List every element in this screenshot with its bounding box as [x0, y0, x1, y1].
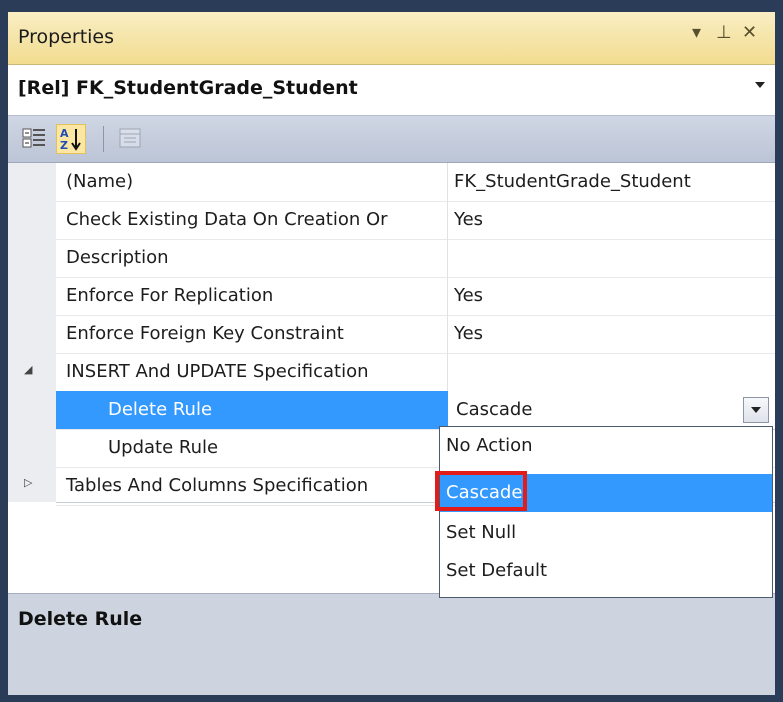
column-divider	[447, 353, 448, 391]
property-row[interactable]: (Name) FK_StudentGrade_Student	[56, 163, 775, 202]
title-bar: Properties ▾ ⊥ ✕	[8, 12, 775, 65]
grid-gutter	[8, 163, 56, 502]
property-pages-button[interactable]	[116, 124, 144, 152]
dropdown-option[interactable]: Set Null	[440, 514, 772, 552]
description-title: Delete Rule	[18, 608, 143, 630]
delete-rule-value: Cascade	[456, 399, 533, 420]
property-name: Update Rule	[108, 437, 219, 458]
property-name: (Name)	[66, 171, 134, 192]
property-value[interactable]: FK_StudentGrade_Student	[454, 171, 691, 192]
highlight-annotation-box	[435, 471, 527, 511]
toolbar: A Z	[8, 116, 775, 163]
property-value[interactable]: Yes	[454, 285, 483, 306]
close-icon[interactable]: ✕	[742, 22, 757, 43]
option-label: Set Default	[446, 560, 548, 581]
property-row[interactable]: Check Existing Data On Creation Or Yes	[56, 201, 775, 240]
svg-text:Z: Z	[60, 139, 68, 152]
column-divider	[447, 277, 448, 315]
sort-az-icon: A Z	[60, 127, 81, 152]
chevron-down-icon[interactable]	[755, 82, 765, 88]
property-value[interactable]: Yes	[454, 209, 483, 230]
expand-triangle-icon[interactable]: ▷	[24, 476, 32, 489]
column-divider	[447, 201, 448, 239]
chevron-down-icon[interactable]: ▾	[692, 22, 701, 43]
column-divider	[447, 163, 448, 201]
delete-rule-value-box[interactable]: Cascade	[448, 391, 775, 430]
pin-icon[interactable]: ⊥	[716, 22, 732, 43]
alphabetical-button[interactable]: A Z	[56, 124, 86, 154]
property-name: Delete Rule	[108, 399, 213, 420]
description-pane: Delete Rule	[8, 593, 775, 695]
dropdown-option[interactable]: No Action	[440, 427, 772, 465]
chevron-down-icon	[751, 407, 761, 413]
delete-rule-dropdown-list: No Action Cascade Set Null Set Default	[435, 426, 773, 598]
categorized-button[interactable]	[20, 124, 48, 152]
option-label: No Action	[446, 435, 533, 456]
property-row[interactable]: Enforce Foreign Key Constraint Yes	[56, 315, 775, 354]
option-label: Set Null	[446, 522, 517, 543]
dropdown-option-highlighted[interactable]: Cascade	[435, 471, 772, 512]
categorized-icon	[22, 128, 45, 148]
property-pages-icon	[119, 128, 141, 148]
object-selector-value: [Rel] FK_StudentGrade_Student	[18, 77, 358, 99]
property-row-group[interactable]: INSERT And UPDATE Specification	[56, 353, 775, 392]
property-name: INSERT And UPDATE Specification	[66, 361, 369, 382]
property-name: Tables And Columns Specification	[66, 475, 369, 496]
property-name: Description	[66, 247, 169, 268]
dropdown-button[interactable]	[743, 397, 769, 423]
dropdown-option[interactable]: Set Default	[440, 552, 772, 590]
object-selector[interactable]: [Rel] FK_StudentGrade_Student	[8, 65, 775, 116]
toolbar-separator	[103, 126, 104, 152]
property-name: Enforce Foreign Key Constraint	[66, 323, 344, 344]
property-name: Enforce For Replication	[66, 285, 274, 306]
collapse-triangle-icon[interactable]: ◢	[24, 363, 32, 376]
column-divider	[447, 239, 448, 277]
property-row[interactable]: Description	[56, 239, 775, 278]
property-value[interactable]: Yes	[454, 323, 483, 344]
property-row[interactable]: Enforce For Replication Yes	[56, 277, 775, 316]
column-divider	[447, 315, 448, 353]
property-name: Check Existing Data On Creation Or	[66, 209, 388, 230]
panel-title: Properties	[18, 26, 115, 48]
